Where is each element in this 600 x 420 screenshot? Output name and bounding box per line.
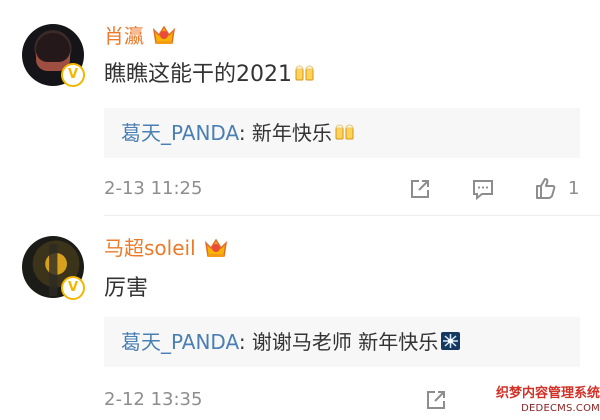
reply-separator: : [238,330,252,354]
comment-date: 2-13 11:25 [104,178,203,199]
comment-author[interactable]: 马超soleil [104,236,196,260]
verified-badge-icon: V [61,63,85,87]
reply-user[interactable]: 葛天_PANDA [121,330,239,354]
reply-body: 谢谢马老师 新年快乐 [251,330,439,354]
reply-box[interactable]: 葛天_PANDA: 谢谢马老师 新年快乐 [104,317,580,367]
watermark-domain: DEDECMS.COM [521,403,600,414]
comment-text: 瞧瞧这能干的2021 [104,62,315,88]
crown-icon [152,25,176,44]
comment-body: 厉害 [104,276,149,301]
reply-content: 葛天_PANDA: 新年快乐 [121,122,355,144]
reply-box[interactable]: 葛天_PANDA: 新年快乐 [104,108,580,158]
like-count: 1 [568,178,580,199]
comment-date: 2-12 13:35 [104,389,203,410]
like-icon[interactable] [531,174,559,202]
fireworks-icon [441,332,461,350]
beer-toast-icon [335,124,354,140]
comment-icon[interactable] [469,175,497,203]
reply-content: 葛天_PANDA: 谢谢马老师 新年快乐 [121,331,461,353]
comment-text: 厉害 [104,276,148,302]
reply-user[interactable]: 葛天_PANDA [121,121,239,145]
beer-toast-icon [295,65,314,81]
comment-author[interactable]: 肖瀛 [104,24,144,48]
watermark-title: 织梦内容管理系统 [495,386,600,401]
reply-separator: : [238,121,252,145]
reply-body: 新年快乐 [251,121,332,145]
crown-icon [204,238,228,257]
share-icon[interactable] [406,175,434,203]
share-icon[interactable] [422,386,450,414]
divider [104,215,600,216]
comment-body: 瞧瞧这能干的2021 [104,62,292,87]
site-watermark: 织梦内容管理系统 DEDECMS.COM [492,386,600,420]
verified-badge-icon: V [61,276,85,300]
